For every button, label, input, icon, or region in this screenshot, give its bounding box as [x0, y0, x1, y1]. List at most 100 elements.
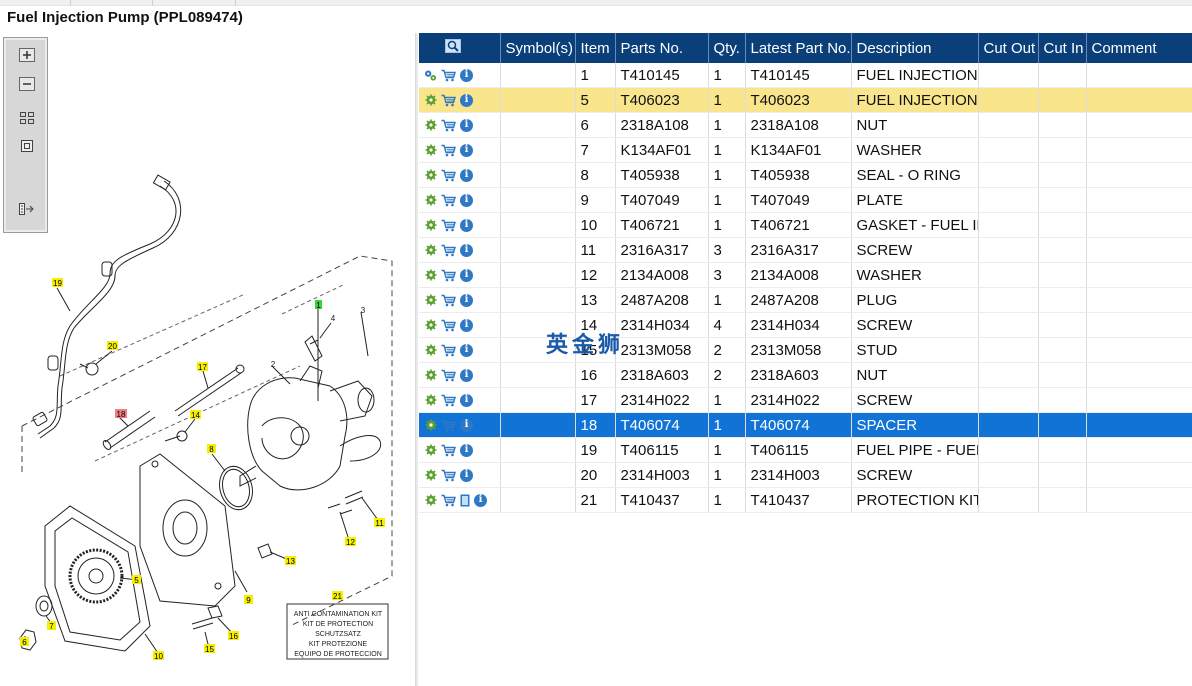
gear-icon[interactable] — [424, 244, 437, 257]
cut-out-cell[interactable] — [978, 237, 1039, 263]
cart-icon[interactable] — [441, 169, 456, 182]
latest-part-no-cell[interactable]: 2134A008 — [745, 262, 852, 288]
gear-icon[interactable] — [424, 344, 437, 357]
cut-out-cell[interactable] — [978, 412, 1039, 438]
cut-out-cell[interactable] — [978, 87, 1039, 113]
cut-out-cell[interactable] — [978, 262, 1039, 288]
comment-cell[interactable] — [1086, 63, 1192, 88]
gear-icon[interactable] — [424, 144, 437, 157]
description-cell[interactable]: SEAL - O RING — [851, 162, 979, 188]
latest-part-no-cell[interactable]: T406023 — [745, 87, 852, 113]
comment-cell[interactable] — [1086, 412, 1192, 438]
parts-no-cell[interactable]: 2314H003 — [615, 462, 709, 488]
gear-icon[interactable] — [424, 369, 437, 382]
item-cell[interactable]: 21 — [575, 487, 616, 513]
table-row[interactable]: i 15 2313M058 2 2313M058 STUD — [419, 337, 1192, 363]
column-header-symbols[interactable]: Symbol(s) — [500, 33, 576, 63]
cut-in-cell[interactable] — [1038, 462, 1087, 488]
qty-cell[interactable]: 1 — [708, 412, 746, 438]
parts-no-cell[interactable]: 2313M058 — [615, 337, 709, 363]
description-cell[interactable]: STUD — [851, 337, 979, 363]
info-icon[interactable]: i — [460, 343, 473, 357]
item-cell[interactable]: 13 — [575, 287, 616, 313]
latest-part-no-cell[interactable]: T406074 — [745, 412, 852, 438]
gear-icon[interactable] — [424, 394, 437, 407]
description-cell[interactable]: GASKET - FUEL INJ — [851, 212, 979, 238]
qty-cell[interactable]: 3 — [708, 262, 746, 288]
qty-cell[interactable]: 2 — [708, 362, 746, 388]
cut-out-cell[interactable] — [978, 137, 1039, 163]
cut-in-cell[interactable] — [1038, 362, 1087, 388]
latest-part-no-cell[interactable]: T410145 — [745, 63, 852, 88]
gear-icon[interactable] — [424, 269, 437, 282]
cut-in-cell[interactable] — [1038, 63, 1087, 88]
column-header-cut-out[interactable]: Cut Out — [978, 33, 1039, 63]
qty-cell[interactable]: 1 — [708, 187, 746, 213]
cart-icon[interactable] — [441, 294, 456, 307]
parts-no-cell[interactable]: 2318A108 — [615, 112, 709, 138]
table-row[interactable]: i 13 2487A208 1 2487A208 PLUG — [419, 287, 1192, 313]
qty-cell[interactable]: 1 — [708, 462, 746, 488]
info-icon[interactable]: i — [460, 443, 473, 457]
gear-icon[interactable] — [424, 494, 437, 507]
table-row[interactable]: i 16 2318A603 2 2318A603 NUT — [419, 362, 1192, 388]
table-row[interactable]: i 20 2314H003 1 2314H003 SCREW — [419, 462, 1192, 488]
comment-cell[interactable] — [1086, 437, 1192, 463]
item-cell[interactable]: 20 — [575, 462, 616, 488]
info-icon[interactable]: i — [460, 268, 473, 282]
book-icon[interactable] — [460, 494, 470, 507]
item-cell[interactable]: 19 — [575, 437, 616, 463]
gear-icon[interactable] — [424, 419, 437, 432]
parts-no-cell[interactable]: T410437 — [615, 487, 709, 513]
cut-out-cell[interactable] — [978, 312, 1039, 338]
description-cell[interactable]: SCREW — [851, 237, 979, 263]
gear-icon[interactable] — [424, 169, 437, 182]
comment-cell[interactable] — [1086, 162, 1192, 188]
column-header-comment[interactable]: Comment — [1086, 33, 1192, 63]
gear-icon[interactable] — [424, 194, 437, 207]
cart-icon[interactable] — [441, 369, 456, 382]
cart-icon[interactable] — [441, 219, 456, 232]
item-cell[interactable]: 1 — [575, 63, 616, 88]
diagram-panel[interactable]: 19 20 17 18 14 8 2 3 4 1 9 11 12 13 5 6 … — [0, 33, 416, 686]
parts-no-cell[interactable]: 2487A208 — [615, 287, 709, 313]
column-header-find[interactable] — [419, 33, 501, 63]
parts-no-cell[interactable]: T405938 — [615, 162, 709, 188]
parts-no-cell[interactable]: K134AF01 — [615, 137, 709, 163]
latest-part-no-cell[interactable]: T407049 — [745, 187, 852, 213]
parts-no-cell[interactable]: 2134A008 — [615, 262, 709, 288]
qty-cell[interactable]: 1 — [708, 387, 746, 413]
parts-no-cell[interactable]: 2314H022 — [615, 387, 709, 413]
cut-in-cell[interactable] — [1038, 87, 1087, 113]
gear-icon[interactable] — [424, 94, 437, 107]
cut-in-cell[interactable] — [1038, 162, 1087, 188]
info-icon[interactable]: i — [460, 418, 473, 432]
table-row[interactable]: i19T4061151T406115FUEL PIPE - FUEL P — [419, 437, 1192, 463]
description-cell[interactable]: SCREW — [851, 312, 979, 338]
description-cell[interactable]: PLUG — [851, 287, 979, 313]
info-icon[interactable]: i — [460, 318, 473, 332]
cart-icon[interactable] — [441, 319, 456, 332]
info-icon[interactable]: i — [460, 93, 473, 107]
table-row[interactable]: i 9 T407049 1 T407049 PLATE — [419, 187, 1192, 213]
comment-cell[interactable] — [1086, 462, 1192, 488]
info-icon[interactable]: i — [460, 118, 473, 132]
qty-cell[interactable]: 1 — [708, 487, 746, 513]
qty-cell[interactable]: 1 — [708, 162, 746, 188]
latest-part-no-cell[interactable]: 2316A317 — [745, 237, 852, 263]
latest-part-no-cell[interactable]: 2314H022 — [745, 387, 852, 413]
fit-all-icon[interactable] — [17, 109, 37, 127]
table-row[interactable]: i 14 2314H034 4 2314H034 SCREW — [419, 312, 1192, 338]
qty-cell[interactable]: 1 — [708, 137, 746, 163]
gears-icon[interactable] — [424, 69, 437, 82]
latest-part-no-cell[interactable]: T405938 — [745, 162, 852, 188]
panel-splitter[interactable] — [415, 33, 418, 686]
table-row[interactable]: i 8 T405938 1 T405938 SEAL - O RING — [419, 162, 1192, 188]
cut-in-cell[interactable] — [1038, 237, 1087, 263]
table-row[interactable]: i 7 K134AF01 1 K134AF01 WASHER — [419, 137, 1192, 163]
latest-part-no-cell[interactable]: 2314H003 — [745, 462, 852, 488]
description-cell[interactable]: FUEL INJECTION PU — [851, 63, 979, 88]
table-row[interactable]: i 12 2134A008 3 2134A008 WASHER — [419, 262, 1192, 288]
column-header-latest-part-no[interactable]: Latest Part No. — [745, 33, 852, 63]
cut-out-cell[interactable] — [978, 387, 1039, 413]
